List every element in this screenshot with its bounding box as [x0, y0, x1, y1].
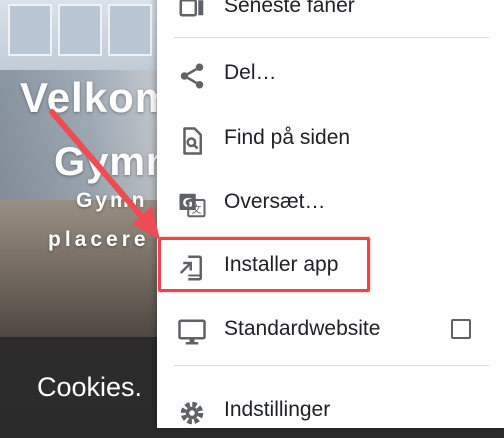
translate-icon: G文	[177, 190, 207, 220]
hero-subheading-line-2: placere	[48, 228, 150, 251]
menu-item-label: Del…	[224, 61, 277, 84]
menu-divider	[174, 365, 489, 366]
window-pane	[58, 4, 102, 56]
menu-item-label: Indstillinger	[224, 398, 331, 421]
menu-item-find-in-page[interactable]: Find på siden	[157, 114, 504, 166]
hero-window	[0, 0, 160, 70]
menu-item-share[interactable]: Del…	[157, 49, 504, 101]
menu-item-recent-tabs[interactable]: Seneste faner	[157, 0, 504, 34]
share-icon	[177, 61, 207, 91]
gear-icon	[177, 398, 207, 428]
window-pane	[8, 4, 52, 56]
menu-item-label: Oversæt…	[224, 190, 326, 213]
desktop-icon	[177, 317, 207, 347]
install-app-highlight-box	[158, 237, 370, 292]
menu-item-desktop-site[interactable]: Standardwebsite	[157, 305, 504, 357]
menu-item-settings[interactable]: Indstillinger	[157, 386, 504, 438]
hero-subheading-line-1: Gymn	[76, 189, 148, 212]
menu-item-label: Standardwebsite	[224, 317, 381, 340]
cookie-banner-text: Cookies.	[37, 372, 143, 402]
find-in-page-icon	[177, 126, 207, 156]
desktop-site-checkbox[interactable]	[451, 319, 471, 339]
browser-overflow-menu: Seneste faner Del… Find på siden G文 Over…	[157, 0, 504, 428]
svg-text:文: 文	[191, 203, 201, 216]
menu-item-translate[interactable]: G文 Oversæt…	[157, 178, 504, 230]
hero-heading-line-2: Gymn	[54, 140, 172, 184]
hero-heading-line-1: Velkom	[20, 74, 174, 121]
recent-tabs-icon	[177, 0, 207, 24]
menu-item-label: Find på siden	[224, 126, 351, 149]
window-pane	[108, 4, 152, 56]
menu-item-label: Seneste faner	[224, 0, 355, 17]
menu-divider	[174, 37, 489, 38]
